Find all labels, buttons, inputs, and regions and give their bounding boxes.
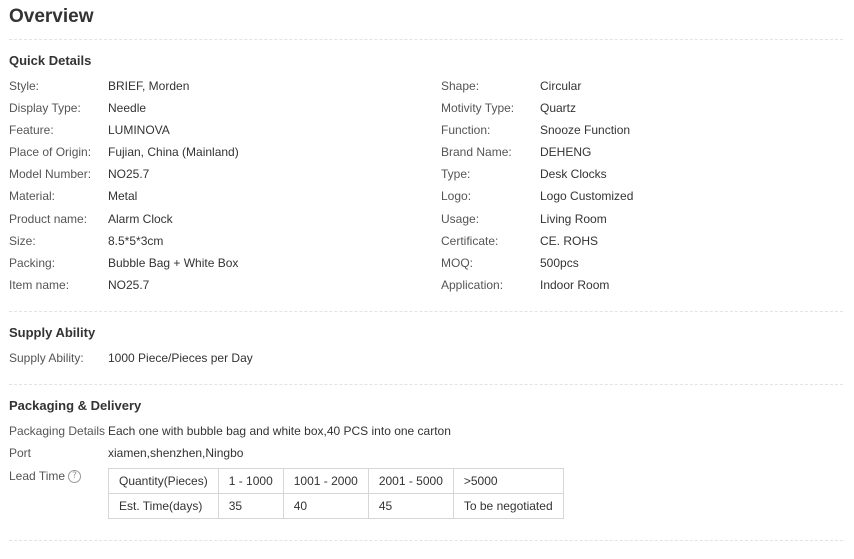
detail-value: Indoor Room bbox=[540, 278, 610, 292]
detail-value: BRIEF, Morden bbox=[108, 79, 190, 93]
detail-label: Usage: bbox=[441, 212, 480, 226]
table-cell: 40 bbox=[282, 493, 369, 519]
divider bbox=[9, 39, 843, 40]
detail-label: Supply Ability: bbox=[9, 351, 84, 365]
detail-value: 8.5*5*3cm bbox=[108, 234, 164, 248]
detail-label: Packing: bbox=[9, 256, 56, 270]
detail-label: Packaging Details bbox=[9, 424, 106, 438]
detail-label: Application: bbox=[441, 278, 504, 292]
detail-label: Material: bbox=[9, 189, 56, 203]
detail-label: Style: bbox=[9, 79, 40, 93]
detail-label: Display Type: bbox=[9, 101, 81, 115]
detail-value: DEHENG bbox=[540, 145, 592, 159]
detail-label: MOQ: bbox=[441, 256, 473, 270]
detail-value: xiamen,shenzhen,Ningbo bbox=[108, 446, 244, 460]
lead-time-table: Quantity(Pieces) 1 - 1000 1001 - 2000 20… bbox=[108, 468, 564, 519]
detail-label: Product name: bbox=[9, 212, 88, 226]
table-cell: Est. Time(days) bbox=[108, 493, 219, 519]
detail-label: Feature: bbox=[9, 123, 54, 137]
table-cell: To be negotiated bbox=[452, 493, 564, 519]
packaging-delivery-heading: Packaging & Delivery bbox=[9, 398, 142, 413]
detail-value: Each one with bubble bag and white box,4… bbox=[108, 424, 451, 438]
detail-label: Logo: bbox=[441, 189, 472, 203]
detail-value: Desk Clocks bbox=[540, 167, 607, 181]
detail-value: NO25.7 bbox=[108, 167, 150, 181]
detail-label: Size: bbox=[9, 234, 36, 248]
table-cell: 1 - 1000 bbox=[217, 468, 284, 494]
detail-value: Quartz bbox=[540, 101, 577, 115]
detail-value: Snooze Function bbox=[540, 123, 631, 137]
detail-label: Certificate: bbox=[441, 234, 499, 248]
table-cell: 35 bbox=[217, 493, 284, 519]
detail-label: Shape: bbox=[441, 79, 480, 93]
detail-value: 1000 Piece/Pieces per Day bbox=[108, 351, 253, 365]
page-title: Overview bbox=[9, 6, 94, 27]
detail-value: Metal bbox=[108, 189, 138, 203]
table-cell: 45 bbox=[367, 493, 454, 519]
lead-time-label-wrap: Lead Time? bbox=[9, 467, 82, 485]
table-cell: 1001 - 2000 bbox=[282, 468, 369, 494]
table-row: Quantity(Pieces) 1 - 1000 1001 - 2000 20… bbox=[108, 468, 564, 494]
detail-label: Lead Time bbox=[9, 469, 66, 483]
quick-details-heading: Quick Details bbox=[9, 53, 92, 68]
detail-value: LUMINOVA bbox=[108, 123, 170, 137]
detail-value: Fujian, China (Mainland) bbox=[108, 145, 239, 159]
supply-ability-heading: Supply Ability bbox=[9, 325, 96, 340]
detail-label: Type: bbox=[441, 167, 471, 181]
divider bbox=[9, 540, 843, 541]
detail-value: Logo Customized bbox=[540, 189, 634, 203]
detail-value: Living Room bbox=[540, 212, 607, 226]
detail-label: Port bbox=[9, 446, 32, 460]
detail-value: NO25.7 bbox=[108, 278, 150, 292]
detail-label: Brand Name: bbox=[441, 145, 512, 159]
help-icon[interactable]: ? bbox=[68, 470, 82, 484]
overview-page: Overview Quick Details Style: BRIEF, Mor… bbox=[0, 0, 854, 559]
detail-value: Circular bbox=[540, 79, 582, 93]
table-cell: Quantity(Pieces) bbox=[108, 468, 219, 494]
table-cell: >5000 bbox=[452, 468, 564, 494]
divider bbox=[9, 311, 843, 312]
detail-value: 500pcs bbox=[540, 256, 579, 270]
table-row: Est. Time(days) 35 40 45 To be negotiate… bbox=[108, 493, 564, 519]
divider bbox=[9, 384, 843, 385]
detail-value: CE. ROHS bbox=[540, 234, 599, 248]
detail-value: Alarm Clock bbox=[108, 212, 173, 226]
detail-label: Model Number: bbox=[9, 167, 92, 181]
detail-value: Bubble Bag + White Box bbox=[108, 256, 239, 270]
table-cell: 2001 - 5000 bbox=[367, 468, 454, 494]
detail-label: Function: bbox=[441, 123, 491, 137]
detail-label: Place of Origin: bbox=[9, 145, 92, 159]
detail-label: Item name: bbox=[9, 278, 70, 292]
detail-label: Motivity Type: bbox=[441, 101, 515, 115]
detail-value: Needle bbox=[108, 101, 147, 115]
